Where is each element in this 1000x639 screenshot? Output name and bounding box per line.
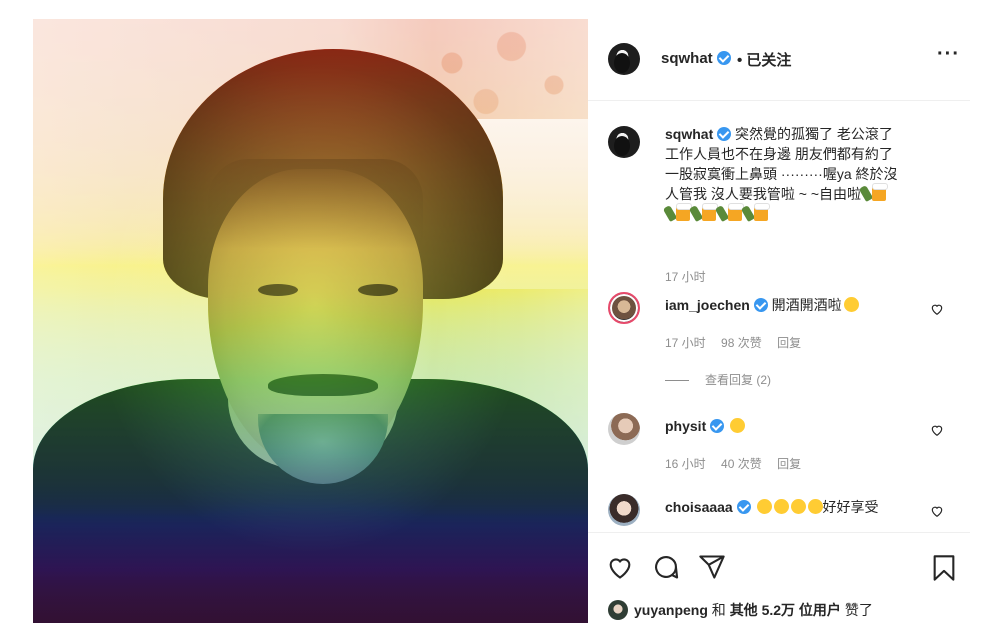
replies-divider <box>665 380 689 382</box>
caption-text: sqwhat 突然覺的孤獨了 老公滾了 工作人員也不在身邊 朋友們都有約了 一股… <box>662 124 945 224</box>
reply-button[interactable]: 回复 <box>777 336 801 350</box>
bookmark-icon[interactable] <box>930 553 958 583</box>
comment-meta: 16 小时 40 次赞 回复 <box>665 455 813 472</box>
smile-emoji <box>843 297 859 312</box>
rofl-emoji <box>773 499 789 514</box>
follow-status[interactable]: • 已关注 <box>737 49 791 70</box>
laughing-emoji <box>730 418 746 433</box>
rofl-emoji <box>790 499 806 514</box>
likes-and: 和 <box>711 602 726 618</box>
likes-count[interactable]: 其他 5.2万 位用户 <box>730 602 841 618</box>
verified-icon <box>717 127 732 141</box>
beer-emoji <box>702 203 718 221</box>
comments-list[interactable]: sqwhat 突然覺的孤獨了 老公滾了 工作人員也不在身邊 朋友們都有約了 一股… <box>588 102 970 532</box>
post-photo[interactable] <box>33 19 588 623</box>
comment-username[interactable]: iam_joechen <box>665 297 750 313</box>
owner-username-text[interactable]: sqwhat <box>661 50 713 67</box>
verified-icon <box>716 51 731 65</box>
verified-icon <box>736 500 751 514</box>
verified-icon <box>753 298 768 312</box>
beer-emoji <box>728 203 744 221</box>
caption-line-4: 人管我 沒人要我管啦 ~ ~自由啦 <box>665 186 862 202</box>
likes-summary: yuyanpeng 和 其他 5.2万 位用户 赞了 <box>608 600 873 620</box>
caption-avatar[interactable] <box>608 126 640 158</box>
commenter-avatar[interactable] <box>608 413 640 445</box>
view-replies-button[interactable]: 查看回复 (2) <box>665 371 771 388</box>
beer-emoji <box>676 203 692 221</box>
beer-emoji <box>754 203 770 221</box>
beer-emoji <box>872 183 889 201</box>
reply-button[interactable]: 回复 <box>777 457 801 471</box>
comment-body: iam_joechen 開酒開酒啦 <box>665 295 945 315</box>
comment-meta: 17 小时 98 次赞 回复 <box>665 334 813 351</box>
caption-meta: 17 小时 <box>665 268 718 285</box>
heart-icon[interactable] <box>930 504 944 518</box>
comment-username[interactable]: choisaaaa <box>665 499 733 515</box>
commenter-avatar[interactable] <box>608 494 640 526</box>
owner-avatar[interactable] <box>608 43 640 75</box>
heart-icon[interactable] <box>930 423 944 437</box>
rofl-emoji <box>756 499 772 514</box>
caption-line-3: 一股寂寞衝上鼻頭 ·········喔ya 終於沒 <box>665 166 898 182</box>
post-actions: yuyanpeng 和 其他 5.2万 位用户 赞了 <box>588 532 970 623</box>
post-header: sqwhat • 已关注 ··· <box>588 19 970 101</box>
view-replies-label[interactable]: 查看回复 (2) <box>705 373 771 387</box>
share-icon[interactable] <box>698 553 726 581</box>
heart-icon[interactable] <box>606 553 634 581</box>
likes-suffix: 赞了 <box>844 602 873 618</box>
heart-icon[interactable] <box>930 302 944 316</box>
caption-line-1: 突然覺的孤獨了 老公滾了 <box>735 126 893 142</box>
comment-text: 開酒開酒啦 <box>771 297 842 313</box>
comment-username[interactable]: physit <box>665 418 706 434</box>
comment-icon[interactable] <box>652 553 680 581</box>
comment-body: physit <box>665 416 945 436</box>
comment-time: 17 小时 <box>665 336 706 350</box>
rofl-emoji <box>807 499 823 514</box>
comment-likes[interactable]: 98 次赞 <box>721 336 762 350</box>
verified-icon <box>710 419 725 433</box>
liker-avatar[interactable] <box>608 600 628 620</box>
owner-username[interactable]: sqwhat <box>661 50 731 67</box>
commenter-avatar[interactable] <box>608 292 640 324</box>
more-icon[interactable]: ··· <box>937 43 960 66</box>
post-side-panel: sqwhat • 已关注 ··· sqwhat 突然覺的孤獨了 老公滾了 工作人… <box>588 19 970 623</box>
liker-username[interactable]: yuyanpeng <box>634 602 708 618</box>
caption-line-2: 工作人員也不在身邊 朋友們都有約了 <box>665 146 893 162</box>
emoji-row <box>662 203 770 222</box>
rainbow-filter <box>33 19 588 623</box>
caption-time: 17 小时 <box>665 270 706 284</box>
comment-time: 16 小时 <box>665 457 706 471</box>
caption-username[interactable]: sqwhat <box>665 126 713 142</box>
comment-text: 好好享受 <box>822 499 879 515</box>
comment-body: choisaaaa 好好享受 <box>665 497 945 517</box>
comment-likes[interactable]: 40 次赞 <box>721 457 762 471</box>
